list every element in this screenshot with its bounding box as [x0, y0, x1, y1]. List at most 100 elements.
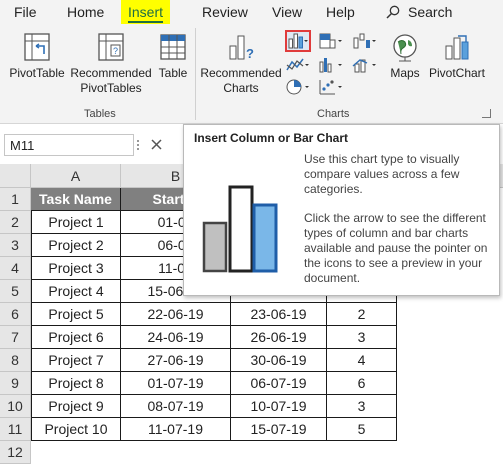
combo-chart-icon — [352, 59, 376, 73]
table-cell[interactable]: 30-06-19 — [231, 349, 327, 372]
charts-group-label: Charts — [317, 108, 350, 120]
recommended-charts-icon: ? — [229, 35, 254, 61]
ribbon: PivotTable ? Recommended PivotTables Tab… — [0, 24, 503, 124]
statistic-chart-button[interactable] — [318, 56, 344, 78]
row-header[interactable]: 1 — [0, 188, 31, 211]
maps-button[interactable]: Maps — [386, 32, 424, 81]
table-cell[interactable]: 10-07-19 — [231, 395, 327, 418]
scatter-chart-button[interactable] — [318, 78, 344, 100]
tooltip-description-1: Use this chart type to visually compare … — [304, 152, 460, 196]
table-cell[interactable]: Project 4 — [31, 280, 121, 303]
dialog-launcher-icon[interactable] — [482, 109, 491, 118]
line-chart-button[interactable] — [285, 56, 311, 78]
hierarchy-chart-button[interactable] — [318, 32, 344, 54]
tab-insert-label: Insert — [128, 4, 164, 23]
scatter-chart-icon — [319, 80, 342, 95]
table-header-cell[interactable]: Task Name — [31, 188, 121, 211]
row-header[interactable]: 3 — [0, 234, 31, 257]
line-chart-icon — [286, 58, 309, 71]
table-cell[interactable]: 3 — [327, 326, 397, 349]
table-cell[interactable]: 4 — [327, 349, 397, 372]
chart-tooltip: Insert Column or Bar Chart Use this char… — [183, 124, 500, 296]
svg-text:?: ? — [113, 46, 118, 56]
tables-group-label: Tables — [84, 108, 116, 120]
row-header[interactable]: 11 — [0, 418, 31, 441]
table-cell[interactable]: 27-06-19 — [121, 349, 231, 372]
tab-insert[interactable]: Insert — [121, 0, 171, 26]
table-cell[interactable]: 01-07-19 — [121, 372, 231, 395]
row-header[interactable]: 7 — [0, 326, 31, 349]
table-cell[interactable]: Project 2 — [31, 234, 121, 257]
globe-icon — [393, 34, 417, 62]
waterfall-chart-button[interactable] — [352, 32, 378, 54]
table-cell[interactable]: 22-06-19 — [121, 303, 231, 326]
table-cell[interactable]: 23-06-19 — [231, 303, 327, 326]
row-header[interactable]: 2 — [0, 211, 31, 234]
recommended-charts-label: Recommended Charts — [200, 66, 282, 95]
table-cell[interactable]: 24-06-19 — [121, 326, 231, 349]
table-cell[interactable]: 15-07-19 — [231, 418, 327, 441]
ribbon-tab-bar: File Home Insert Review View Help Search — [0, 0, 503, 26]
pivottable-button[interactable]: PivotTable — [6, 32, 68, 81]
hierarchy-chart-icon — [319, 33, 342, 49]
column-header-a[interactable]: A — [31, 164, 121, 188]
column-chart-icon — [288, 33, 308, 49]
search-label[interactable]: Search — [408, 4, 452, 20]
table-cell[interactable]: 3 — [327, 395, 397, 418]
statistic-chart-icon — [319, 58, 342, 73]
row-header[interactable]: 4 — [0, 257, 31, 280]
row-header[interactable]: 10 — [0, 395, 31, 418]
table-cell[interactable]: Project 8 — [31, 372, 121, 395]
column-chart-preview-icon — [202, 185, 278, 273]
tab-file[interactable]: File — [14, 4, 37, 20]
recommended-pivottables-label: Recommended PivotTables — [70, 66, 152, 95]
tooltip-title: Insert Column or Bar Chart — [194, 131, 349, 145]
pivotchart-label: PivotChart — [428, 66, 486, 80]
waterfall-chart-icon — [353, 33, 376, 49]
row-header[interactable]: 6 — [0, 303, 31, 326]
table-cell[interactable]: 6 — [327, 372, 397, 395]
table-cell[interactable]: 5 — [327, 418, 397, 441]
table-cell[interactable]: Project 7 — [31, 349, 121, 372]
tab-view[interactable]: View — [272, 4, 302, 20]
table-cell[interactable]: 11-07-19 — [121, 418, 231, 441]
table-cell[interactable]: 08-07-19 — [121, 395, 231, 418]
row-header[interactable]: 9 — [0, 372, 31, 395]
table-cell[interactable]: 26-06-19 — [231, 326, 327, 349]
table-label: Table — [158, 66, 188, 80]
row-header[interactable]: 12 — [0, 441, 31, 464]
table-cell[interactable]: Project 9 — [31, 395, 121, 418]
svg-text:?: ? — [246, 46, 254, 61]
table-cell[interactable]: Project 3 — [31, 257, 121, 280]
table-cell[interactable]: Project 1 — [31, 211, 121, 234]
combo-chart-button[interactable] — [352, 56, 378, 78]
pie-chart-icon — [286, 79, 309, 95]
tab-home[interactable]: Home — [67, 4, 104, 20]
pivotchart-button[interactable]: PivotChart — [424, 32, 490, 81]
maps-label: Maps — [390, 66, 420, 80]
tooltip-description-2: Click the arrow to see the different typ… — [304, 211, 488, 285]
formula-cancel-icon[interactable] — [134, 134, 174, 156]
pivottable-label: PivotTable — [9, 66, 65, 80]
recommended-pivottables-button[interactable]: ? Recommended PivotTables — [68, 32, 154, 96]
select-all-corner[interactable] — [0, 164, 31, 188]
search-icon[interactable] — [386, 5, 400, 19]
name-box[interactable]: M11 — [4, 134, 134, 156]
table-cell[interactable]: Project 6 — [31, 326, 121, 349]
table-cell[interactable]: 06-07-19 — [231, 372, 327, 395]
row-header[interactable]: 5 — [0, 280, 31, 303]
pivottable-icon — [24, 33, 50, 61]
table-cell[interactable]: 2 — [327, 303, 397, 326]
table-cell[interactable]: Project 5 — [31, 303, 121, 326]
pivotchart-icon — [445, 35, 469, 60]
recommended-pivottables-icon: ? — [98, 33, 124, 61]
tab-review[interactable]: Review — [202, 4, 248, 20]
table-icon — [160, 34, 186, 60]
pie-chart-button[interactable] — [285, 78, 311, 100]
tab-help[interactable]: Help — [326, 4, 355, 20]
table-button[interactable]: Table — [154, 32, 192, 81]
table-cell[interactable]: Project 10 — [31, 418, 121, 441]
row-header[interactable]: 8 — [0, 349, 31, 372]
recommended-charts-button[interactable]: ? Recommended Charts — [198, 32, 284, 96]
column-bar-chart-button[interactable] — [285, 30, 311, 52]
